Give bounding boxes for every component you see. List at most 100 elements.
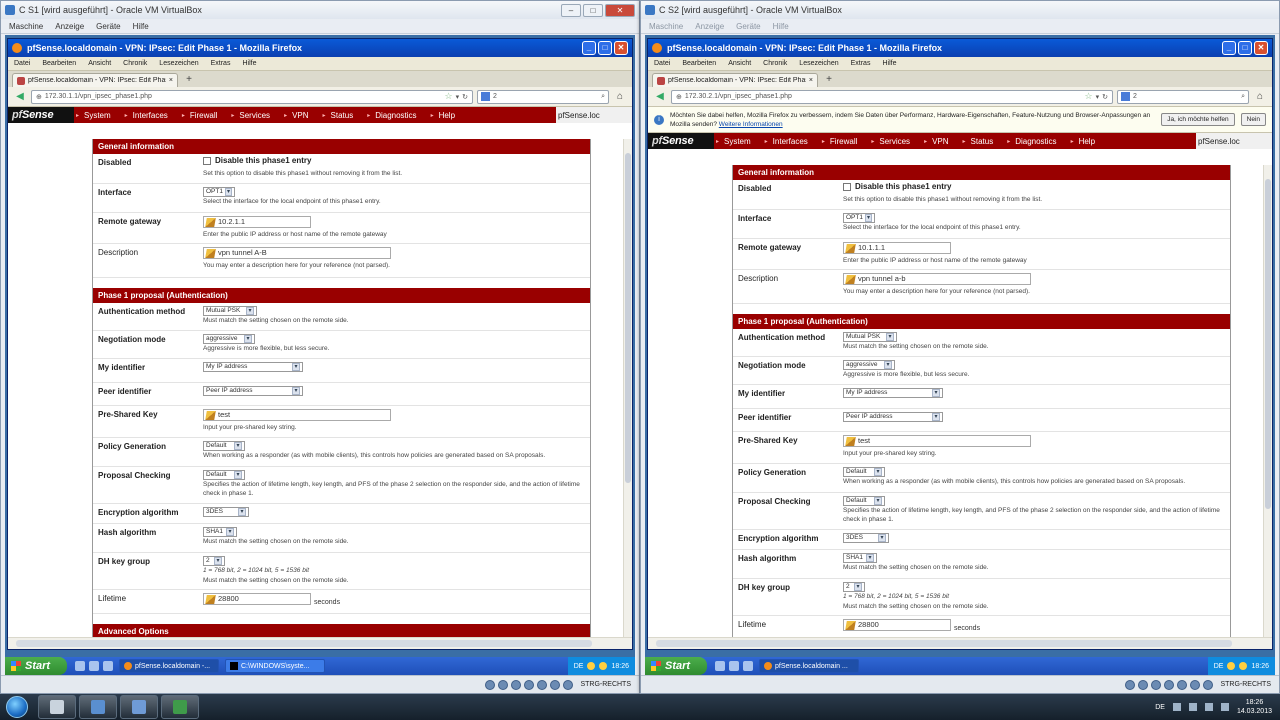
tab-close-icon[interactable]: × [169,77,173,84]
reload-icon[interactable]: ↻ [1102,93,1108,101]
nav-status[interactable]: Status [321,111,366,120]
checkbox-icon[interactable] [843,183,851,192]
desktop-icon[interactable] [729,661,739,671]
vbox-titlebar[interactable]: C S2 [wird ausgeführt] - Oracle VM Virtu… [641,1,1279,19]
tray-icon[interactable] [587,662,596,670]
search-bar[interactable]: 2 ⌕ [477,89,609,104]
menu-datei[interactable]: Datei [14,60,30,67]
menu-geraete[interactable]: Geräte [96,22,120,31]
horizontal-scrollbar[interactable] [8,637,632,649]
disable-checkbox[interactable]: Disable this phase1 entry [843,182,951,192]
site-identity-icon[interactable]: ⊕ [676,93,682,101]
close-button[interactable]: ✕ [614,41,628,55]
taskbar-item-cmd[interactable]: C:\WINDOWS\syste... [225,659,325,673]
host-clock[interactable]: 18:26 14.03.2013 [1237,698,1272,716]
firefox-icon[interactable] [103,661,113,671]
back-button[interactable]: ◀ [653,90,667,104]
hdd-icon[interactable] [485,679,496,690]
policy-generation-select[interactable]: Default ▾ [843,467,885,477]
checkbox-icon[interactable] [203,157,211,166]
auth-method-select[interactable]: Mutual PSK ▾ [203,306,257,316]
network-icon[interactable] [537,679,548,690]
start-button[interactable]: Start [645,657,707,675]
accept-button[interactable]: Ja, ich möchte helfen [1161,113,1235,126]
search-engine-icon[interactable] [1121,92,1130,101]
menu-maschine[interactable]: Maschine [9,22,43,31]
peer-identifier-select[interactable]: Peer IP address ▾ [203,386,303,396]
bookmark-star-icon[interactable]: ☆ [1085,91,1093,102]
proposal-checking-select[interactable]: Default ▾ [203,470,245,480]
network-icon[interactable] [1188,703,1197,711]
dropdown-icon[interactable]: ▾ [456,93,460,101]
horizontal-scrollbar[interactable] [648,637,1272,649]
my-identifier-select[interactable]: My IP address ▾ [203,362,303,372]
vertical-scrollbar[interactable] [1263,165,1272,637]
taskbar-app-virtualbox[interactable] [79,695,117,719]
volume-icon[interactable] [1204,703,1213,711]
mouse-integration-icon[interactable] [550,679,561,690]
mouse-integration-icon[interactable] [1190,679,1201,690]
decline-button[interactable]: Nein [1240,113,1266,126]
hash-algorithm-select[interactable]: SHA1 ▾ [843,553,877,563]
firefox-icon[interactable] [743,661,753,671]
menu-hilfe[interactable]: Hilfe [882,60,896,67]
nav-system[interactable]: System [714,137,763,146]
interface-select[interactable]: OPT1 ▾ [203,187,235,197]
minimize-button[interactable]: _ [582,41,596,55]
auth-method-select[interactable]: Mutual PSK ▾ [843,332,897,342]
search-engine-icon[interactable] [481,92,490,101]
nav-interfaces[interactable]: Interfaces [123,111,180,120]
nav-help[interactable]: Help [429,111,467,120]
bookmark-star-icon[interactable]: ☆ [445,91,453,102]
language-indicator[interactable]: DE [1155,704,1165,711]
more-info-link[interactable]: Weitere Informationen [719,121,783,128]
menu-bearbeiten[interactable]: Bearbeiten [42,60,76,67]
network-icon[interactable] [1177,679,1188,690]
nav-help[interactable]: Help [1069,137,1107,146]
shared-folder-icon[interactable] [1164,679,1175,690]
tray-icon[interactable] [1227,662,1236,670]
language-indicator[interactable]: DE [574,663,584,670]
firefox-titlebar[interactable]: pfSense.localdomain - VPN: IPsec: Edit P… [8,39,632,57]
start-button[interactable]: Start [5,657,67,675]
browser-tab[interactable]: pfSense.localdomain - VPN: IPsec: Edit P… [12,73,178,87]
maximize-button[interactable]: □ [583,3,603,17]
nav-diagnostics[interactable]: Diagnostics [365,111,428,120]
shared-folder-icon[interactable] [524,679,535,690]
menu-hilfe[interactable]: Hilfe [773,22,789,31]
dropdown-icon[interactable]: ▾ [1096,93,1100,101]
back-button[interactable]: ◀ [13,90,27,104]
nav-vpn[interactable]: VPN [282,111,320,120]
url-bar[interactable]: ⊕ 172.30.1.1/vpn_ipsec_phase1.php ☆ ▾ ↻ [31,89,473,104]
menu-chronik[interactable]: Chronik [763,60,787,67]
firefox-titlebar[interactable]: pfSense.localdomain - VPN: IPsec: Edit P… [648,39,1272,57]
url-bar[interactable]: ⊕ 172.30.2.1/vpn_ipsec_phase1.php ☆ ▾ ↻ [671,89,1113,104]
minimize-button[interactable]: – [561,3,581,17]
dh-key-group-select[interactable]: 2 ▾ [203,556,225,566]
ie-icon[interactable] [715,661,725,671]
ie-icon[interactable] [75,661,85,671]
encryption-algorithm-select[interactable]: 3DES ▾ [843,533,889,543]
host-key-icon[interactable] [1203,679,1214,690]
usb-icon[interactable] [1151,679,1162,690]
menu-hilfe[interactable]: Hilfe [242,60,256,67]
optical-drive-icon[interactable] [1138,679,1149,690]
vbox-titlebar[interactable]: C S1 [wird ausgeführt] - Oracle VM Virtu… [1,1,639,19]
taskbar-app-save[interactable] [120,695,158,719]
desktop-icon[interactable] [89,661,99,671]
negotiation-select[interactable]: aggressive ▾ [843,360,895,370]
taskbar-item-firefox[interactable]: pfSense.localdomain -... [119,659,219,673]
menu-hilfe[interactable]: Hilfe [133,22,149,31]
optical-drive-icon[interactable] [498,679,509,690]
menu-extras[interactable]: Extras [211,60,231,67]
search-icon[interactable]: ⌕ [601,93,605,101]
disable-checkbox[interactable]: Disable this phase1 entry [203,156,311,166]
remote-gateway-input[interactable]: 10.2.1.1 [203,216,311,228]
nav-diagnostics[interactable]: Diagnostics [1005,137,1068,146]
policy-generation-select[interactable]: Default ▾ [203,441,245,451]
nav-services[interactable]: Services [869,137,922,146]
flag-icon[interactable] [1220,703,1229,711]
nav-status[interactable]: Status [961,137,1006,146]
encryption-algorithm-select[interactable]: 3DES ▾ [203,507,249,517]
lifetime-input[interactable]: 28800 [843,619,951,631]
